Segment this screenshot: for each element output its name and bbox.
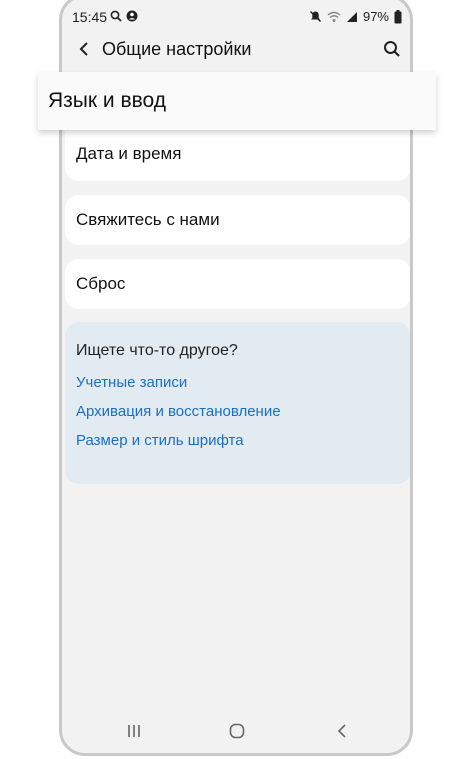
home-button[interactable] — [223, 719, 251, 743]
settings-item-label: Свяжитесь с нами — [76, 210, 220, 229]
signal-icon — [346, 11, 357, 22]
settings-item-contact-us[interactable]: Свяжитесь с нами — [65, 195, 410, 245]
battery-icon — [394, 9, 402, 23]
settings-notification-icon — [126, 10, 138, 22]
settings-item-language-input[interactable]: Язык и ввод — [38, 72, 436, 130]
page: 15:45 97% Общие настройки Дата и время С… — [0, 0, 474, 759]
back-button[interactable] — [72, 37, 96, 61]
suggestion-link-backup-restore[interactable]: Архивация и восстановление — [76, 403, 400, 420]
mute-icon — [309, 11, 321, 22]
settings-item-label: Сброс — [76, 274, 126, 293]
wifi-icon — [327, 11, 341, 22]
status-time: 15:45 — [72, 9, 108, 25]
app-header: Общие настройки — [62, 31, 410, 67]
settings-item-label: Дата и время — [76, 144, 182, 163]
status-system-icons: 97% — [309, 9, 402, 24]
search-icon — [110, 10, 122, 22]
settings-item-reset[interactable]: Сброс — [65, 259, 410, 309]
suggestion-link-accounts[interactable]: Учетные записи — [76, 374, 400, 391]
navigation-bar — [62, 717, 410, 747]
status-notification-icons — [110, 10, 138, 22]
suggestion-link-font-size-style[interactable]: Размер и стиль шрифта — [76, 432, 400, 449]
battery-percentage: 97% — [362, 9, 389, 24]
recents-button[interactable] — [120, 719, 148, 743]
suggestions-panel: Ищете что-то другое? Учетные записи Архи… — [65, 322, 410, 484]
nav-back-button[interactable] — [328, 719, 356, 743]
home-icon — [229, 723, 245, 739]
settings-item-date-time[interactable]: Дата и время — [65, 127, 410, 181]
back-arrow-icon — [79, 42, 88, 56]
search-icon — [384, 41, 400, 57]
page-title: Общие настройки — [102, 39, 252, 59]
search-button[interactable] — [380, 37, 404, 61]
nav-back-icon — [337, 724, 346, 738]
suggestions-title: Ищете что-то другое? — [76, 342, 238, 359]
recents-icon — [128, 725, 140, 737]
status-bar: 15:45 97% — [62, 3, 410, 31]
settings-item-label: Язык и ввод — [48, 89, 167, 112]
